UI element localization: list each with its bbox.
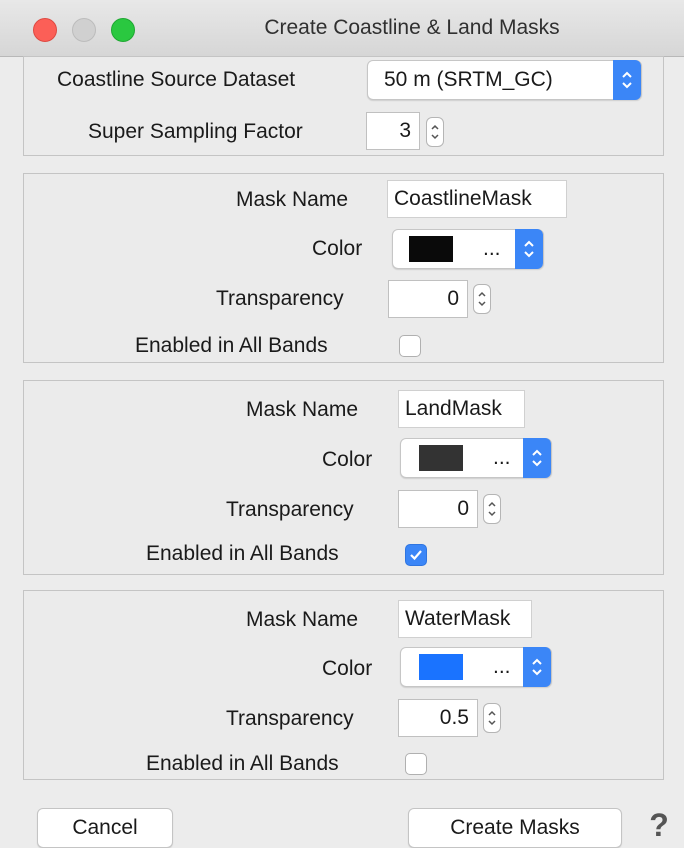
chevron-updown-icon <box>523 438 551 478</box>
transparency-stepper[interactable] <box>483 703 501 733</box>
enabled-all-bands-checkbox[interactable] <box>405 753 427 775</box>
checkmark-icon <box>410 550 422 561</box>
chevron-updown-icon <box>613 60 641 100</box>
supersampling-input[interactable]: 3 <box>366 112 420 150</box>
enabled-all-bands-label: Enabled in All Bands <box>146 542 339 565</box>
transparency-label: Transparency <box>226 707 354 730</box>
color-swatch <box>419 445 463 471</box>
mask-name-input[interactable]: LandMask <box>398 390 525 428</box>
source-dataset-select[interactable]: 50 m (SRTM_GC) <box>367 60 642 100</box>
enabled-all-bands-label: Enabled in All Bands <box>135 334 328 357</box>
transparency-input[interactable]: 0.5 <box>398 699 478 737</box>
help-icon[interactable]: ? <box>645 808 673 842</box>
create-masks-button[interactable]: Create Masks <box>408 808 622 848</box>
enabled-all-bands-checkbox[interactable] <box>399 335 421 357</box>
color-select[interactable]: ... <box>400 438 552 478</box>
source-dataset-label: Coastline Source Dataset <box>57 68 296 91</box>
color-label: Color <box>312 237 363 260</box>
mask-name-label: Mask Name <box>246 608 359 631</box>
mask-name-label: Mask Name <box>236 188 349 211</box>
color-more-dots: ... <box>493 446 511 469</box>
source-dataset-value: 50 m (SRTM_GC) <box>384 68 553 91</box>
minimize-window-button[interactable] <box>72 18 96 42</box>
color-select[interactable]: ... <box>400 647 552 687</box>
close-window-button[interactable] <box>33 18 57 42</box>
transparency-input[interactable]: 0 <box>388 280 468 318</box>
color-label: Color <box>322 448 373 471</box>
color-more-dots: ... <box>483 237 501 260</box>
color-swatch <box>419 654 463 680</box>
mask-name-input[interactable]: CoastlineMask <box>387 180 567 218</box>
color-more-dots: ... <box>493 655 511 678</box>
color-label: Color <box>322 657 373 680</box>
enabled-all-bands-checkbox[interactable] <box>405 544 427 566</box>
supersampling-label: Super Sampling Factor <box>88 120 303 143</box>
title-bar: Create Coastline & Land Masks <box>0 0 684 57</box>
color-swatch <box>409 236 453 262</box>
color-select[interactable]: ... <box>392 229 544 269</box>
supersampling-stepper[interactable] <box>426 117 444 147</box>
chevron-updown-icon <box>515 229 543 269</box>
cancel-button[interactable]: Cancel <box>37 808 173 848</box>
transparency-label: Transparency <box>226 498 354 521</box>
transparency-input[interactable]: 0 <box>398 490 478 528</box>
transparency-stepper[interactable] <box>473 284 491 314</box>
mask-name-input[interactable]: WaterMask <box>398 600 532 638</box>
transparency-label: Transparency <box>216 287 344 310</box>
zoom-window-button[interactable] <box>111 18 135 42</box>
transparency-stepper[interactable] <box>483 494 501 524</box>
mask-name-label: Mask Name <box>246 398 359 421</box>
window-title: Create Coastline & Land Masks <box>264 16 560 39</box>
chevron-updown-icon <box>523 647 551 687</box>
enabled-all-bands-label: Enabled in All Bands <box>146 752 339 775</box>
